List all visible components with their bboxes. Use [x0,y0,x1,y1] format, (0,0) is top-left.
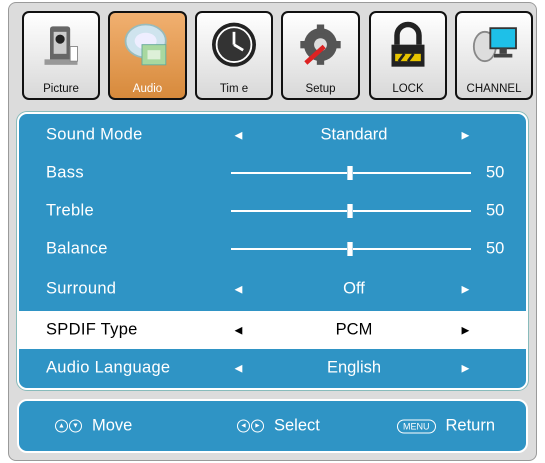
tab-time[interactable]: Tim e [195,11,273,100]
arrow-left-icon[interactable]: ◄ [232,128,245,143]
arrow-right-icon[interactable]: ► [459,323,472,338]
tab-lock[interactable]: LOCK [369,11,447,100]
speaker-icon [116,19,179,74]
menu-item-value: PCM [335,320,373,339]
menu-item-sound-mode[interactable]: Sound Mode ◄ Standard ► [19,116,526,154]
balance-slider[interactable] [231,242,471,256]
tab-channel[interactable]: CHANNEL [455,11,533,100]
menu-item-value: 50 [486,201,505,220]
tab-label: LOCK [392,83,424,95]
footer-select: ◄ ► Select [237,417,320,436]
tools-icon [289,19,352,74]
menu-item-bass[interactable]: Bass 50 [19,154,526,192]
menu-item-label: Audio Language [46,358,171,377]
menu-item-label: SPDIF Type [46,320,138,339]
tab-label: Picture [43,83,79,95]
footer-select-label: Select [274,416,320,435]
tab-label: Setup [305,83,336,95]
camera-icon [30,19,92,74]
tab-label: Audio [132,83,163,95]
menu-item-audio-language[interactable]: Audio Language ◄ English ► [19,349,526,387]
tab-audio[interactable]: Audio [108,11,187,100]
menu-item-balance[interactable]: Balance 50 [19,230,526,268]
footer-return-label: Return [445,416,496,435]
bass-slider[interactable] [231,166,471,180]
menu-item-value: Standard [320,125,388,144]
menu-item-spdif-type[interactable]: SPDIF Type ◄ PCM ► [19,311,526,349]
tab-label: Tim e [219,83,249,95]
arrow-right-icon[interactable]: ► [459,128,472,143]
audio-settings-menu: Sound Mode ◄ Standard ► Bass 50 Treble 5… [17,112,528,390]
menu-item-label: Sound Mode [46,125,143,144]
menu-item-surround[interactable]: Surround ◄ Off ► [19,270,526,308]
footer-help-bar: ▲ ▼ Move ◄ ► Select MENU Return [17,399,528,453]
menu-key-icon: MENU [397,419,436,433]
clock-icon [203,19,265,74]
menu-item-label: Balance [46,239,108,258]
menu-item-label: Treble [46,201,94,220]
footer-move: ▲ ▼ Move [55,417,132,436]
slider-knob[interactable] [347,204,353,218]
arrow-left-icon[interactable]: ◄ [232,323,245,338]
menu-item-label: Surround [46,279,117,298]
menu-item-treble[interactable]: Treble 50 [19,192,526,230]
tab-label: CHANNEL [466,83,522,95]
menu-item-value: English [326,358,382,377]
lock-icon [377,19,439,74]
treble-slider[interactable] [231,204,471,218]
slider-knob[interactable] [347,166,353,180]
left-right-icon: ◄ ► [237,419,264,433]
footer-move-label: Move [92,416,133,435]
arrow-right-icon[interactable]: ► [459,282,472,297]
arrow-left-icon[interactable]: ◄ [232,282,245,297]
arrow-left-icon[interactable]: ◄ [232,361,245,376]
menu-item-value: 50 [486,239,505,258]
menu-item-label: Bass [46,163,84,182]
menu-item-value: Off [343,279,365,298]
slider-knob[interactable] [347,242,353,256]
footer-return: MENU Return [397,417,495,436]
satellite-dish-icon [463,19,525,74]
menu-item-value: 50 [486,163,505,182]
tab-picture[interactable]: Picture [22,11,100,100]
arrow-right-icon[interactable]: ► [459,361,472,376]
up-down-icon: ▲ ▼ [55,419,82,433]
tab-setup[interactable]: Setup [281,11,360,100]
